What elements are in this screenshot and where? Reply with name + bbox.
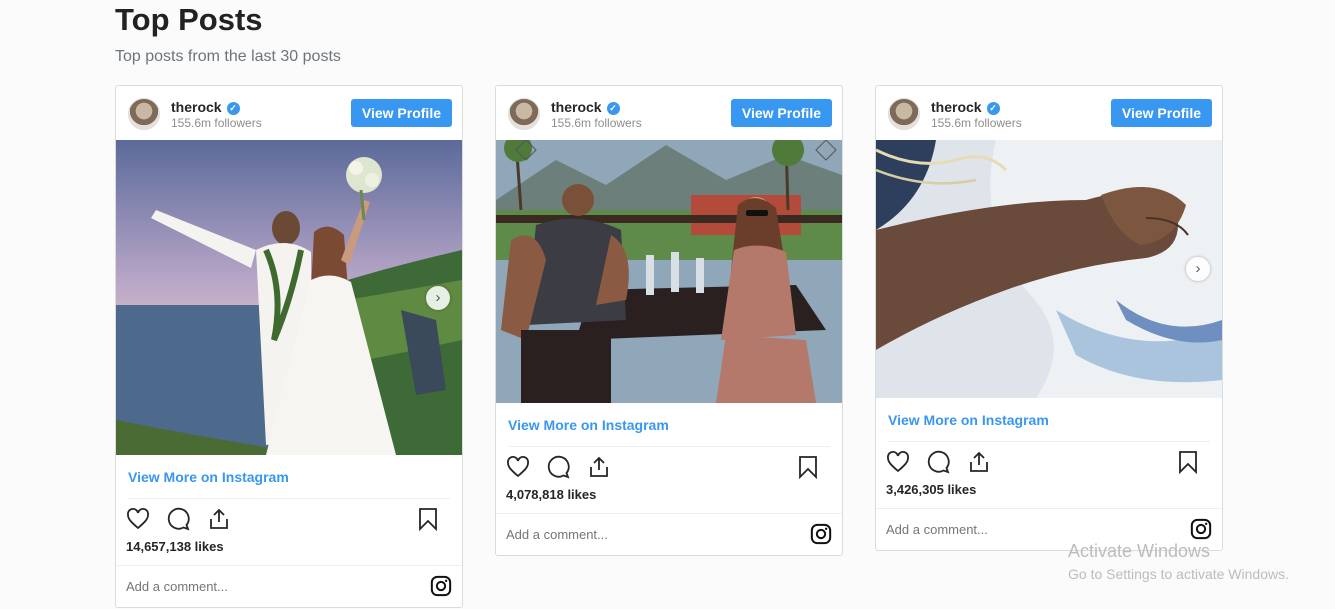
bookmark-icon[interactable] (416, 507, 440, 531)
post-card: therock ✓ 155.6m followers View Profile ›… (875, 85, 1223, 551)
post-image[interactable]: › (876, 140, 1222, 398)
comment-bubble-icon[interactable] (546, 455, 571, 479)
restaurant-photo (496, 140, 842, 403)
like-count: 3,426,305 likes (886, 482, 977, 497)
avatar[interactable] (128, 98, 160, 130)
comment-row (116, 565, 462, 607)
windows-activation-watermark: Activate Windows Go to Settings to activ… (1068, 541, 1289, 582)
post-actions (116, 499, 462, 539)
post-header: therock ✓ 155.6m followers View Profile (496, 86, 842, 140)
post-header: therock ✓ 155.6m followers View Profile (876, 86, 1222, 140)
carousel-next-icon[interactable]: › (426, 285, 450, 310)
comment-input[interactable] (126, 566, 406, 607)
view-more-link[interactable]: View More on Instagram (128, 455, 450, 499)
verified-badge-icon: ✓ (606, 102, 620, 115)
comment-input[interactable] (506, 514, 786, 555)
heart-icon[interactable] (506, 455, 530, 479)
instagram-icon[interactable] (1190, 518, 1212, 540)
username[interactable]: therock ✓ (171, 99, 240, 115)
username[interactable]: therock ✓ (931, 99, 1000, 115)
post-card: therock✓ 155.6m followers View Profile (495, 85, 843, 556)
follower-count: 155.6m followers (931, 116, 1022, 130)
comment-row (496, 513, 842, 555)
share-upload-icon[interactable] (587, 455, 611, 479)
page-title: Top Posts (115, 2, 263, 37)
instagram-icon[interactable] (430, 575, 452, 597)
share-upload-icon[interactable] (967, 450, 991, 474)
avatar[interactable] (888, 98, 920, 130)
instagram-icon[interactable] (810, 523, 832, 545)
page-subtitle: Top posts from the last 30 posts (115, 48, 341, 65)
like-count: 14,657,138 likes (126, 539, 224, 554)
carousel-next-icon[interactable]: › (1186, 257, 1210, 281)
view-more-link[interactable]: View More on Instagram (888, 398, 1210, 442)
post-image[interactable]: › (116, 140, 462, 455)
view-profile-button[interactable]: View Profile (350, 99, 452, 127)
hospital-hands-photo (876, 140, 1222, 398)
post-actions (496, 447, 842, 487)
view-more-link[interactable]: View More on Instagram (508, 403, 830, 447)
comment-bubble-icon[interactable] (926, 450, 951, 474)
verified-badge-icon: ✓ (986, 102, 1000, 115)
follower-count: 155.6m followers (171, 116, 262, 130)
bookmark-icon[interactable] (1176, 450, 1200, 474)
view-profile-button[interactable]: View Profile (1110, 99, 1212, 127)
avatar[interactable] (508, 98, 540, 130)
comment-bubble-icon[interactable] (166, 507, 191, 531)
view-profile-button[interactable]: View Profile (730, 99, 832, 127)
follower-count: 155.6m followers (551, 116, 642, 130)
like-count: 4,078,818 likes (506, 487, 597, 502)
share-upload-icon[interactable] (207, 507, 231, 531)
post-header: therock ✓ 155.6m followers View Profile (116, 86, 462, 140)
heart-icon[interactable] (126, 507, 150, 531)
wedding-photo (116, 140, 462, 455)
username[interactable]: therock ✓ (551, 99, 620, 115)
watermark-title: Activate Windows (1068, 541, 1211, 561)
post-actions (876, 442, 1222, 482)
post-image[interactable] (496, 140, 842, 403)
post-card: therock✓ 155.6m followers View Profile (115, 85, 463, 608)
bookmark-icon[interactable] (796, 455, 820, 479)
verified-badge-icon: ✓ (226, 102, 240, 115)
watermark-subtitle: Go to Settings to activate Windows. (1068, 566, 1289, 582)
heart-icon[interactable] (886, 450, 910, 474)
